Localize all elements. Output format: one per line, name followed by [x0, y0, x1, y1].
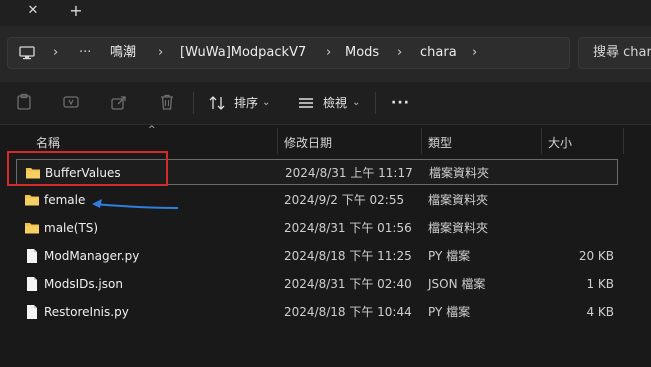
computer-icon[interactable]	[19, 46, 35, 60]
breadcrumb-item-2[interactable]: [WuWa]ModpackV7	[180, 38, 306, 68]
breadcrumb-chevron-icon[interactable]: ›	[472, 38, 477, 68]
list-item[interactable]: ModsIDs.json 2024/8/31 下午 02:40 JSON 檔案 …	[16, 271, 618, 297]
view-button[interactable]: 檢視	[323, 90, 347, 116]
breadcrumb-chevron-icon[interactable]: ›	[397, 38, 402, 68]
toolbar-separator	[193, 92, 194, 114]
more-options-button[interactable]: ···	[391, 90, 410, 116]
address-bar[interactable]: › ··· 鳴潮 › [WuWa]ModpackV7 › Mods › char…	[7, 37, 570, 69]
new-tab-button[interactable]: +	[68, 2, 84, 20]
file-name: female	[44, 193, 86, 207]
file-type: 檔案資料夾	[428, 193, 489, 207]
arrow-annotation	[92, 199, 179, 209]
sort-dropdown-icon[interactable]: ⌄	[262, 90, 270, 116]
file-date: 2024/8/18 下午 10:44	[284, 305, 412, 319]
file-icon	[24, 276, 40, 292]
file-size: 1 KB	[586, 277, 614, 291]
sort-button[interactable]: 排序	[234, 90, 258, 116]
breadcrumb-item-1[interactable]: 鳴潮	[110, 38, 136, 68]
list-item[interactable]: ModManager.py 2024/8/18 下午 11:25 PY 檔案 2…	[16, 243, 618, 269]
search-input[interactable]: 搜尋 chara	[593, 38, 651, 68]
highlight-box-annotation	[7, 151, 168, 186]
file-icon	[24, 304, 40, 320]
breadcrumb-overflow[interactable]: ···	[79, 38, 91, 68]
file-type: 檔案資料夾	[428, 221, 489, 235]
list-item[interactable]: male(TS) 2024/8/31 下午 01:56 檔案資料夾	[16, 215, 618, 241]
command-bar: 排序 ⌄ 檢視 ⌄ ···	[0, 82, 651, 125]
file-name: RestoreInis.py	[44, 305, 129, 319]
file-type: PY 檔案	[428, 305, 471, 319]
view-dropdown-icon[interactable]: ⌄	[352, 90, 360, 116]
paste-icon[interactable]	[15, 93, 33, 111]
file-type: 檔案資料夾	[429, 166, 490, 180]
list-item[interactable]: RestoreInis.py 2024/8/18 下午 10:44 PY 檔案 …	[16, 299, 618, 325]
address-row: › ··· 鳴潮 › [WuWa]ModpackV7 › Mods › char…	[0, 26, 651, 82]
file-name: ModsIDs.json	[44, 277, 123, 291]
file-size: 4 KB	[586, 305, 614, 319]
title-bar: ✕ +	[0, 0, 651, 26]
file-type: PY 檔案	[428, 249, 471, 263]
column-header-date[interactable]: 修改日期	[284, 128, 332, 158]
folder-icon	[24, 220, 40, 236]
file-date: 2024/8/31 下午 01:56	[284, 221, 412, 235]
breadcrumb-item-3[interactable]: Mods	[345, 38, 379, 68]
file-date: 2024/8/18 下午 11:25	[284, 249, 412, 263]
column-divider[interactable]	[623, 128, 624, 154]
view-icon	[297, 94, 315, 112]
folder-icon	[24, 192, 40, 208]
column-divider[interactable]	[541, 128, 542, 154]
breadcrumb-chevron-icon[interactable]: ›	[53, 38, 58, 68]
breadcrumb-chevron-icon[interactable]: ›	[326, 38, 331, 68]
breadcrumb-chevron-icon[interactable]: ›	[158, 38, 163, 68]
column-divider[interactable]	[421, 128, 422, 154]
column-header-size[interactable]: 大小	[548, 128, 572, 158]
file-date: 2024/8/31 上午 11:17	[285, 166, 413, 180]
file-date: 2024/9/2 下午 02:55	[284, 193, 405, 207]
tab-close-icon[interactable]: ✕	[26, 4, 40, 18]
file-type: JSON 檔案	[428, 277, 486, 291]
delete-icon[interactable]	[158, 93, 176, 111]
file-size: 20 KB	[578, 249, 614, 263]
column-divider[interactable]	[277, 128, 278, 154]
file-date: 2024/8/31 下午 02:40	[284, 277, 412, 291]
sort-icon	[208, 94, 226, 112]
toolbar-separator	[375, 92, 376, 114]
share-icon[interactable]	[110, 93, 128, 111]
file-name: male(TS)	[44, 221, 99, 235]
file-icon	[24, 248, 40, 264]
search-box[interactable]: 搜尋 chara	[578, 37, 651, 69]
rename-icon[interactable]	[62, 93, 80, 111]
file-name: ModManager.py	[44, 249, 140, 263]
column-header-type[interactable]: 類型	[428, 128, 452, 158]
breadcrumb-item-4[interactable]: chara	[420, 38, 457, 68]
sort-indicator-icon: ^	[148, 125, 156, 135]
